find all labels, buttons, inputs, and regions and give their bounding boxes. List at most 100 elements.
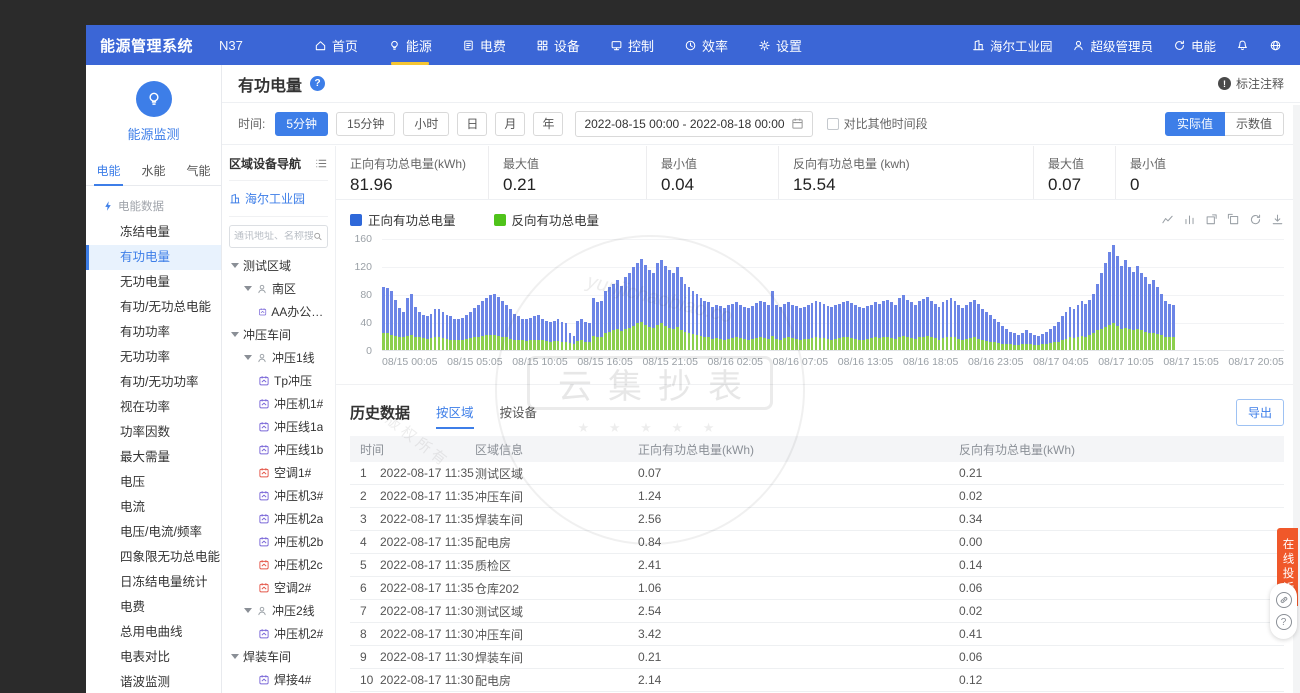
sidebar-item-11[interactable]: 电压 — [86, 470, 221, 495]
sidebar-item-4[interactable]: 有功/无功总电能 — [86, 295, 221, 320]
collapse-list-icon[interactable] — [315, 157, 328, 170]
zoom-reset-icon[interactable] — [1227, 211, 1240, 229]
date-range-picker[interactable]: 2022-08-15 00:00 - 2022-08-18 00:00 — [575, 111, 812, 137]
tree-node-18[interactable]: 焊装车间 — [229, 645, 328, 668]
download-icon[interactable] — [1271, 211, 1284, 229]
tree-node-5[interactable]: 冲压1线 — [229, 346, 328, 369]
restore-icon[interactable] — [1249, 211, 1262, 229]
granularity-5[interactable]: 月 — [495, 112, 525, 136]
sidebar-item-8[interactable]: 视在功率 — [86, 395, 221, 420]
expand-arrow-icon[interactable] — [231, 654, 239, 659]
nav-right-2[interactable]: 超级管理员 — [1072, 36, 1153, 55]
legend-item-1[interactable]: 正向有功总电量 — [350, 210, 456, 229]
nav-item-2[interactable]: 能源 — [373, 25, 447, 65]
tree-root-node[interactable]: 海尔工业园 — [229, 181, 328, 217]
sidebar-item-7[interactable]: 有功/无功功率 — [86, 370, 221, 395]
table-row[interactable]: 42022-08-17 11:35配电房0.840.00 — [350, 531, 1284, 554]
help-icon[interactable]: ? — [310, 76, 325, 91]
tree-search-input[interactable] — [234, 231, 313, 242]
zoom-icon[interactable] — [1205, 211, 1218, 229]
table-row[interactable]: 32022-08-17 11:35焊装车间2.560.34 — [350, 508, 1284, 531]
sidebar-item-14[interactable]: 四象限无功总电能 — [86, 545, 221, 570]
tree-node-7[interactable]: 冲压机1# — [229, 392, 328, 415]
nav-item-1[interactable]: 首页 — [299, 25, 373, 65]
nav-item-5[interactable]: 控制 — [595, 25, 669, 65]
sidebar-item-17[interactable]: 总用电曲线 — [86, 620, 221, 645]
expand-arrow-icon[interactable] — [244, 355, 252, 360]
granularity-3[interactable]: 小时 — [403, 112, 449, 136]
tree-node-6[interactable]: Tp冲压 — [229, 369, 328, 392]
annotate-button[interactable]: ! 标注注释 — [1218, 75, 1284, 92]
tree-node-17[interactable]: 冲压机2# — [229, 622, 328, 645]
sidebar-item-1[interactable]: 冻结电量 — [86, 220, 221, 245]
tree-node-12[interactable]: 冲压机2a — [229, 507, 328, 530]
table-row[interactable]: 22022-08-17 11:35冲压车间1.240.02 — [350, 485, 1284, 508]
tree-node-1[interactable]: 测试区域 — [229, 254, 328, 277]
sidebar-item-15[interactable]: 日冻结电量统计 — [86, 570, 221, 595]
table-row[interactable]: 52022-08-17 11:35质检区2.410.14 — [350, 554, 1284, 577]
bell-button[interactable] — [1236, 39, 1249, 52]
tree-node-16[interactable]: 冲压2线 — [229, 599, 328, 622]
sidebar-item-12[interactable]: 电流 — [86, 495, 221, 520]
sidebar-item-9[interactable]: 功率因数 — [86, 420, 221, 445]
table-row[interactable]: 92022-08-17 11:30焊装车间0.210.06 — [350, 646, 1284, 669]
table-row[interactable]: 72022-08-17 11:30测试区域2.540.02 — [350, 600, 1284, 623]
search-icon[interactable] — [313, 231, 323, 242]
nav-right-3[interactable]: 电能 — [1173, 36, 1216, 55]
tree-node-2[interactable]: 南区 — [229, 277, 328, 300]
tree-node-13[interactable]: 冲压机2b — [229, 530, 328, 553]
tree-node-14[interactable]: 冲压机2c — [229, 553, 328, 576]
tree-node-4[interactable]: 冲压车间 — [229, 323, 328, 346]
sidebar-item-13[interactable]: 电压/电流/频率 — [86, 520, 221, 545]
history-tab-2[interactable]: 按设备 — [500, 402, 538, 429]
sidebar-item-3[interactable]: 无功电量 — [86, 270, 221, 295]
tree-node-19[interactable]: 焊接4# — [229, 668, 328, 691]
tree-node-11[interactable]: 冲压机3# — [229, 484, 328, 507]
sidebar-item-19[interactable]: 谐波监测 — [86, 670, 221, 693]
tree-node-8[interactable]: 冲压线1a — [229, 415, 328, 438]
nav-item-7[interactable]: 设置 — [743, 25, 817, 65]
tree-node-3[interactable]: AA办公楼照... — [229, 300, 328, 323]
granularity-1[interactable]: 5分钟 — [275, 112, 328, 136]
sidebar-item-10[interactable]: 最大需量 — [86, 445, 221, 470]
line-chart-icon[interactable] — [1161, 211, 1174, 229]
nav-item-4[interactable]: 设备 — [521, 25, 595, 65]
link-icon[interactable] — [1276, 592, 1292, 608]
granularity-2[interactable]: 15分钟 — [336, 112, 395, 136]
export-button[interactable]: 导出 — [1236, 399, 1284, 426]
chart-plot-area[interactable] — [382, 239, 1284, 351]
tree-node-9[interactable]: 冲压线1b — [229, 438, 328, 461]
mode-2[interactable]: 示数值 — [1225, 112, 1284, 136]
question-icon[interactable]: ? — [1276, 614, 1292, 630]
sidebar-item-18[interactable]: 电表对比 — [86, 645, 221, 670]
energy-tab-2[interactable]: 水能 — [131, 155, 176, 185]
legend-item-2[interactable]: 反向有功总电量 — [494, 210, 600, 229]
compare-checkbox[interactable]: 对比其他时间段 — [827, 115, 928, 132]
table-row[interactable]: 82022-08-17 11:30冲压车间3.420.41 — [350, 623, 1284, 646]
expand-arrow-icon[interactable] — [231, 263, 239, 268]
nav-item-3[interactable]: 电费 — [447, 25, 521, 65]
table-row[interactable]: 62022-08-17 11:35仓库2021.060.06 — [350, 577, 1284, 600]
expand-arrow-icon[interactable] — [231, 332, 239, 337]
tree-node-15[interactable]: 空调2# — [229, 576, 328, 599]
sidebar-item-6[interactable]: 无功功率 — [86, 345, 221, 370]
expand-arrow-icon[interactable] — [244, 286, 252, 291]
table-row[interactable]: 102022-08-17 11:30配电房2.140.12 — [350, 669, 1284, 692]
granularity-4[interactable]: 日 — [457, 112, 487, 136]
bar-chart-icon[interactable] — [1183, 211, 1196, 229]
tree-node-10[interactable]: 空调1# — [229, 461, 328, 484]
globe-button[interactable] — [1269, 39, 1282, 52]
nav-item-6[interactable]: 效率 — [669, 25, 743, 65]
expand-arrow-icon[interactable] — [244, 608, 252, 613]
energy-tab-1[interactable]: 电能 — [86, 155, 131, 185]
mode-1[interactable]: 实际值 — [1165, 112, 1225, 136]
history-tab-1[interactable]: 按区域 — [436, 402, 474, 429]
sidebar-item-5[interactable]: 有功功率 — [86, 320, 221, 345]
table-row[interactable]: 12022-08-17 11:35测试区域0.070.21 — [350, 462, 1284, 485]
granularity-6[interactable]: 年 — [533, 112, 563, 136]
reverse-bar — [632, 326, 635, 351]
sidebar-item-2[interactable]: 有功电量 — [86, 245, 221, 270]
sidebar-item-16[interactable]: 电费 — [86, 595, 221, 620]
nav-right-1[interactable]: 海尔工业园 — [972, 36, 1053, 55]
energy-tab-3[interactable]: 气能 — [176, 155, 221, 185]
